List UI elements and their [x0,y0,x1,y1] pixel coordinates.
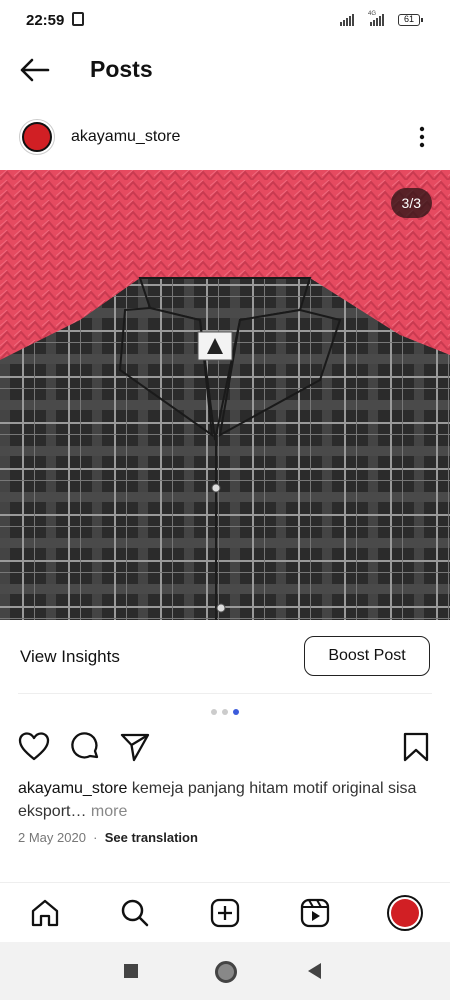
recent-apps-icon[interactable] [124,964,138,978]
page-title: Posts [90,56,153,82]
home-button-icon[interactable] [215,961,237,983]
bottom-navigation [0,882,450,943]
caption-more-link[interactable]: more [91,803,127,820]
profile-avatar-logo [391,899,419,927]
carousel-dot [211,709,217,715]
avatar[interactable] [19,119,55,155]
carousel-dot [222,709,228,715]
post-header: akayamu_store [0,110,450,166]
comment-icon[interactable] [69,730,101,764]
more-options-icon[interactable] [414,125,430,149]
boost-post-button[interactable]: Boost Post [304,636,430,676]
share-send-icon[interactable] [119,730,151,764]
post-username[interactable]: akayamu_store [71,128,180,146]
notification-icon [72,12,84,26]
post-actions [0,730,450,766]
top-bar: Posts [0,44,450,100]
like-heart-icon[interactable] [18,730,50,764]
avatar-logo [22,122,52,152]
signal-icon [340,14,354,26]
system-back-icon[interactable] [308,963,321,979]
battery-icon: 61 [398,14,423,26]
post-date: 2 May 2020 [18,830,86,845]
post-photo[interactable]: 3/3 [0,170,450,620]
home-icon[interactable] [29,897,61,929]
system-navigation-bar [0,942,450,1000]
profile-avatar[interactable] [387,895,423,931]
status-bar: 22:59 4G 61 [0,0,450,44]
caption-ellipsis: … [70,803,87,820]
post-meta: 2 May 2020 · See translation [18,830,198,845]
see-translation-link[interactable]: See translation [105,830,198,845]
search-icon[interactable] [119,897,151,929]
post-caption: akayamu_store kemeja panjang hitam motif… [18,777,432,823]
back-arrow-icon[interactable] [18,56,50,84]
signal-icon-2 [370,14,384,26]
view-insights-link[interactable]: View Insights [20,647,120,667]
caption-username[interactable]: akayamu_store [18,780,127,797]
carousel-dot-active [233,709,239,715]
reels-icon[interactable] [299,897,331,929]
save-bookmark-icon[interactable] [400,730,432,764]
status-time: 22:59 [26,12,65,29]
divider [18,693,432,694]
image-counter: 3/3 [390,188,432,218]
shirt-image [0,170,450,620]
carousel-indicator [211,709,239,715]
new-post-icon[interactable] [209,897,241,929]
